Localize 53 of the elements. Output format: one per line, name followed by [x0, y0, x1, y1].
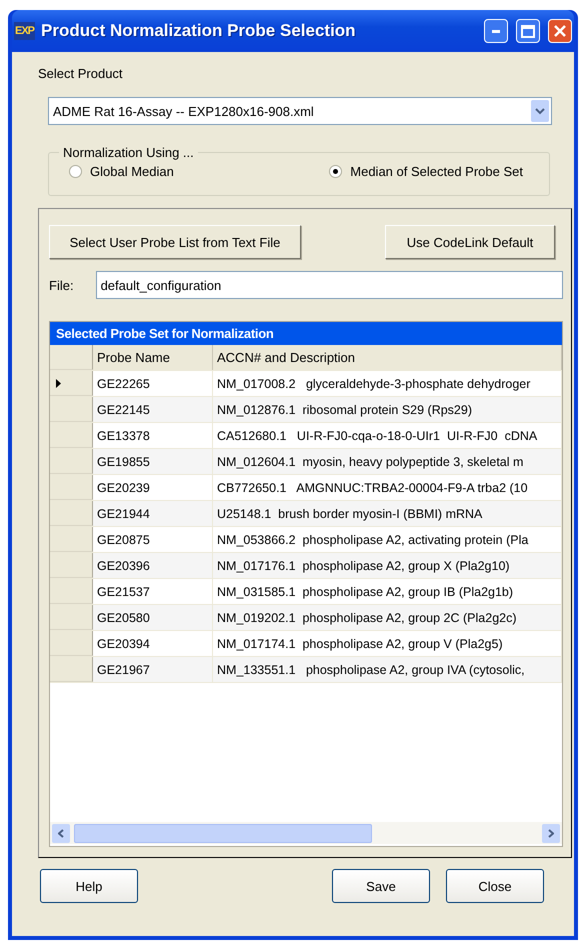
minimize-icon	[492, 30, 500, 32]
product-dropdown[interactable]: ADME Rat 16-Assay -- EXP1280x16-908.xml	[48, 97, 552, 125]
table-cell: GE20394	[93, 631, 213, 656]
scroll-left-icon[interactable]	[52, 824, 70, 842]
table-cell: GE21967	[93, 657, 213, 682]
column-header[interactable]: Probe Name	[93, 345, 213, 370]
current-row-icon	[56, 378, 61, 388]
table-cell: NM_133551.1 phospholipase A2, group IVA (cytosolic,	[213, 657, 562, 682]
scroll-right-icon[interactable]	[542, 824, 560, 842]
table-cell: GE20396	[93, 553, 213, 578]
table-cell: GE20580	[93, 605, 213, 630]
row-header[interactable]	[50, 371, 93, 396]
close-icon	[553, 24, 567, 38]
column-header[interactable]: ACCN# and Description	[213, 345, 562, 370]
table-cell: GE13378	[93, 423, 213, 448]
select-product-label: Select Product	[38, 66, 124, 81]
radio-option[interactable]: Global Median	[69, 164, 186, 179]
file-field[interactable]: default_configuration	[96, 271, 563, 299]
table-cell: GE22265	[93, 371, 213, 396]
table-cell: GE19855	[93, 449, 213, 474]
horizontal-scrollbar[interactable]	[50, 822, 562, 844]
action-button[interactable]: Select User Probe List from Text File	[49, 225, 301, 259]
table-cell: NM_053866.2 phospholipase A2, activating protein (Pla	[213, 527, 562, 552]
table-cell: GE20239	[93, 475, 213, 500]
dialog-button[interactable]: Close	[446, 869, 544, 903]
table-cell: GE21537	[93, 579, 213, 604]
table-cell: NM_017176.1 phospholipase A2, group X (Pla2g10)	[213, 553, 562, 578]
grid-title: Selected Probe Set for Normalization	[50, 322, 562, 345]
table-cell: NM_019202.1 phospholipase A2, group 2C (Pla2g2c)	[213, 605, 562, 630]
table-cell: GE22145	[93, 397, 213, 422]
table-cell: NM_017008.2 glyceraldehyde-3-phosphate dehydroger	[213, 371, 562, 396]
file-label: File:	[49, 278, 74, 292]
table-cell: CB772650.1 AMGNNUC:TRBA2-00004-F9-A trba2 (10	[213, 475, 562, 500]
minimize-button[interactable]	[484, 19, 508, 43]
dialog-button[interactable]: Save	[332, 869, 430, 903]
table-cell: U25148.1 brush border myosin-I (BBMI) mRNA	[213, 501, 562, 526]
table-cell: NM_012876.1 ribosomal protein S29 (Rps29)	[213, 397, 562, 422]
dialog-button[interactable]: Help	[40, 869, 138, 903]
close-button[interactable]	[548, 19, 572, 43]
app-logo: EXP	[14, 22, 36, 40]
action-button[interactable]: Use CodeLink Default	[385, 225, 555, 259]
table-cell: NM_031585.1 phospholipase A2, group IB (Pla2g1b)	[213, 579, 562, 604]
table-cell: GE20875	[93, 527, 213, 552]
group-legend: Normalization Using ...	[59, 145, 198, 160]
chevron-down-icon	[535, 108, 545, 114]
table-cell: NM_017174.1 phospholipase A2, group V (Pla2g5)	[213, 631, 562, 656]
maximize-icon	[521, 24, 535, 38]
maximize-button[interactable]	[516, 19, 540, 43]
table-cell: CA512680.1 UI-R-FJ0-cqa-o-18-0-UIr1 UI-R-FJ0 cDNA	[213, 423, 562, 448]
table-cell: NM_012604.1 myosin, heavy polypeptide 3, skeletal m	[213, 449, 562, 474]
table-cell: GE21944	[93, 501, 213, 526]
window-title: Product Normalization Probe Selection	[41, 21, 357, 41]
radio-option[interactable]: Median of Selected Probe Set	[329, 164, 535, 179]
